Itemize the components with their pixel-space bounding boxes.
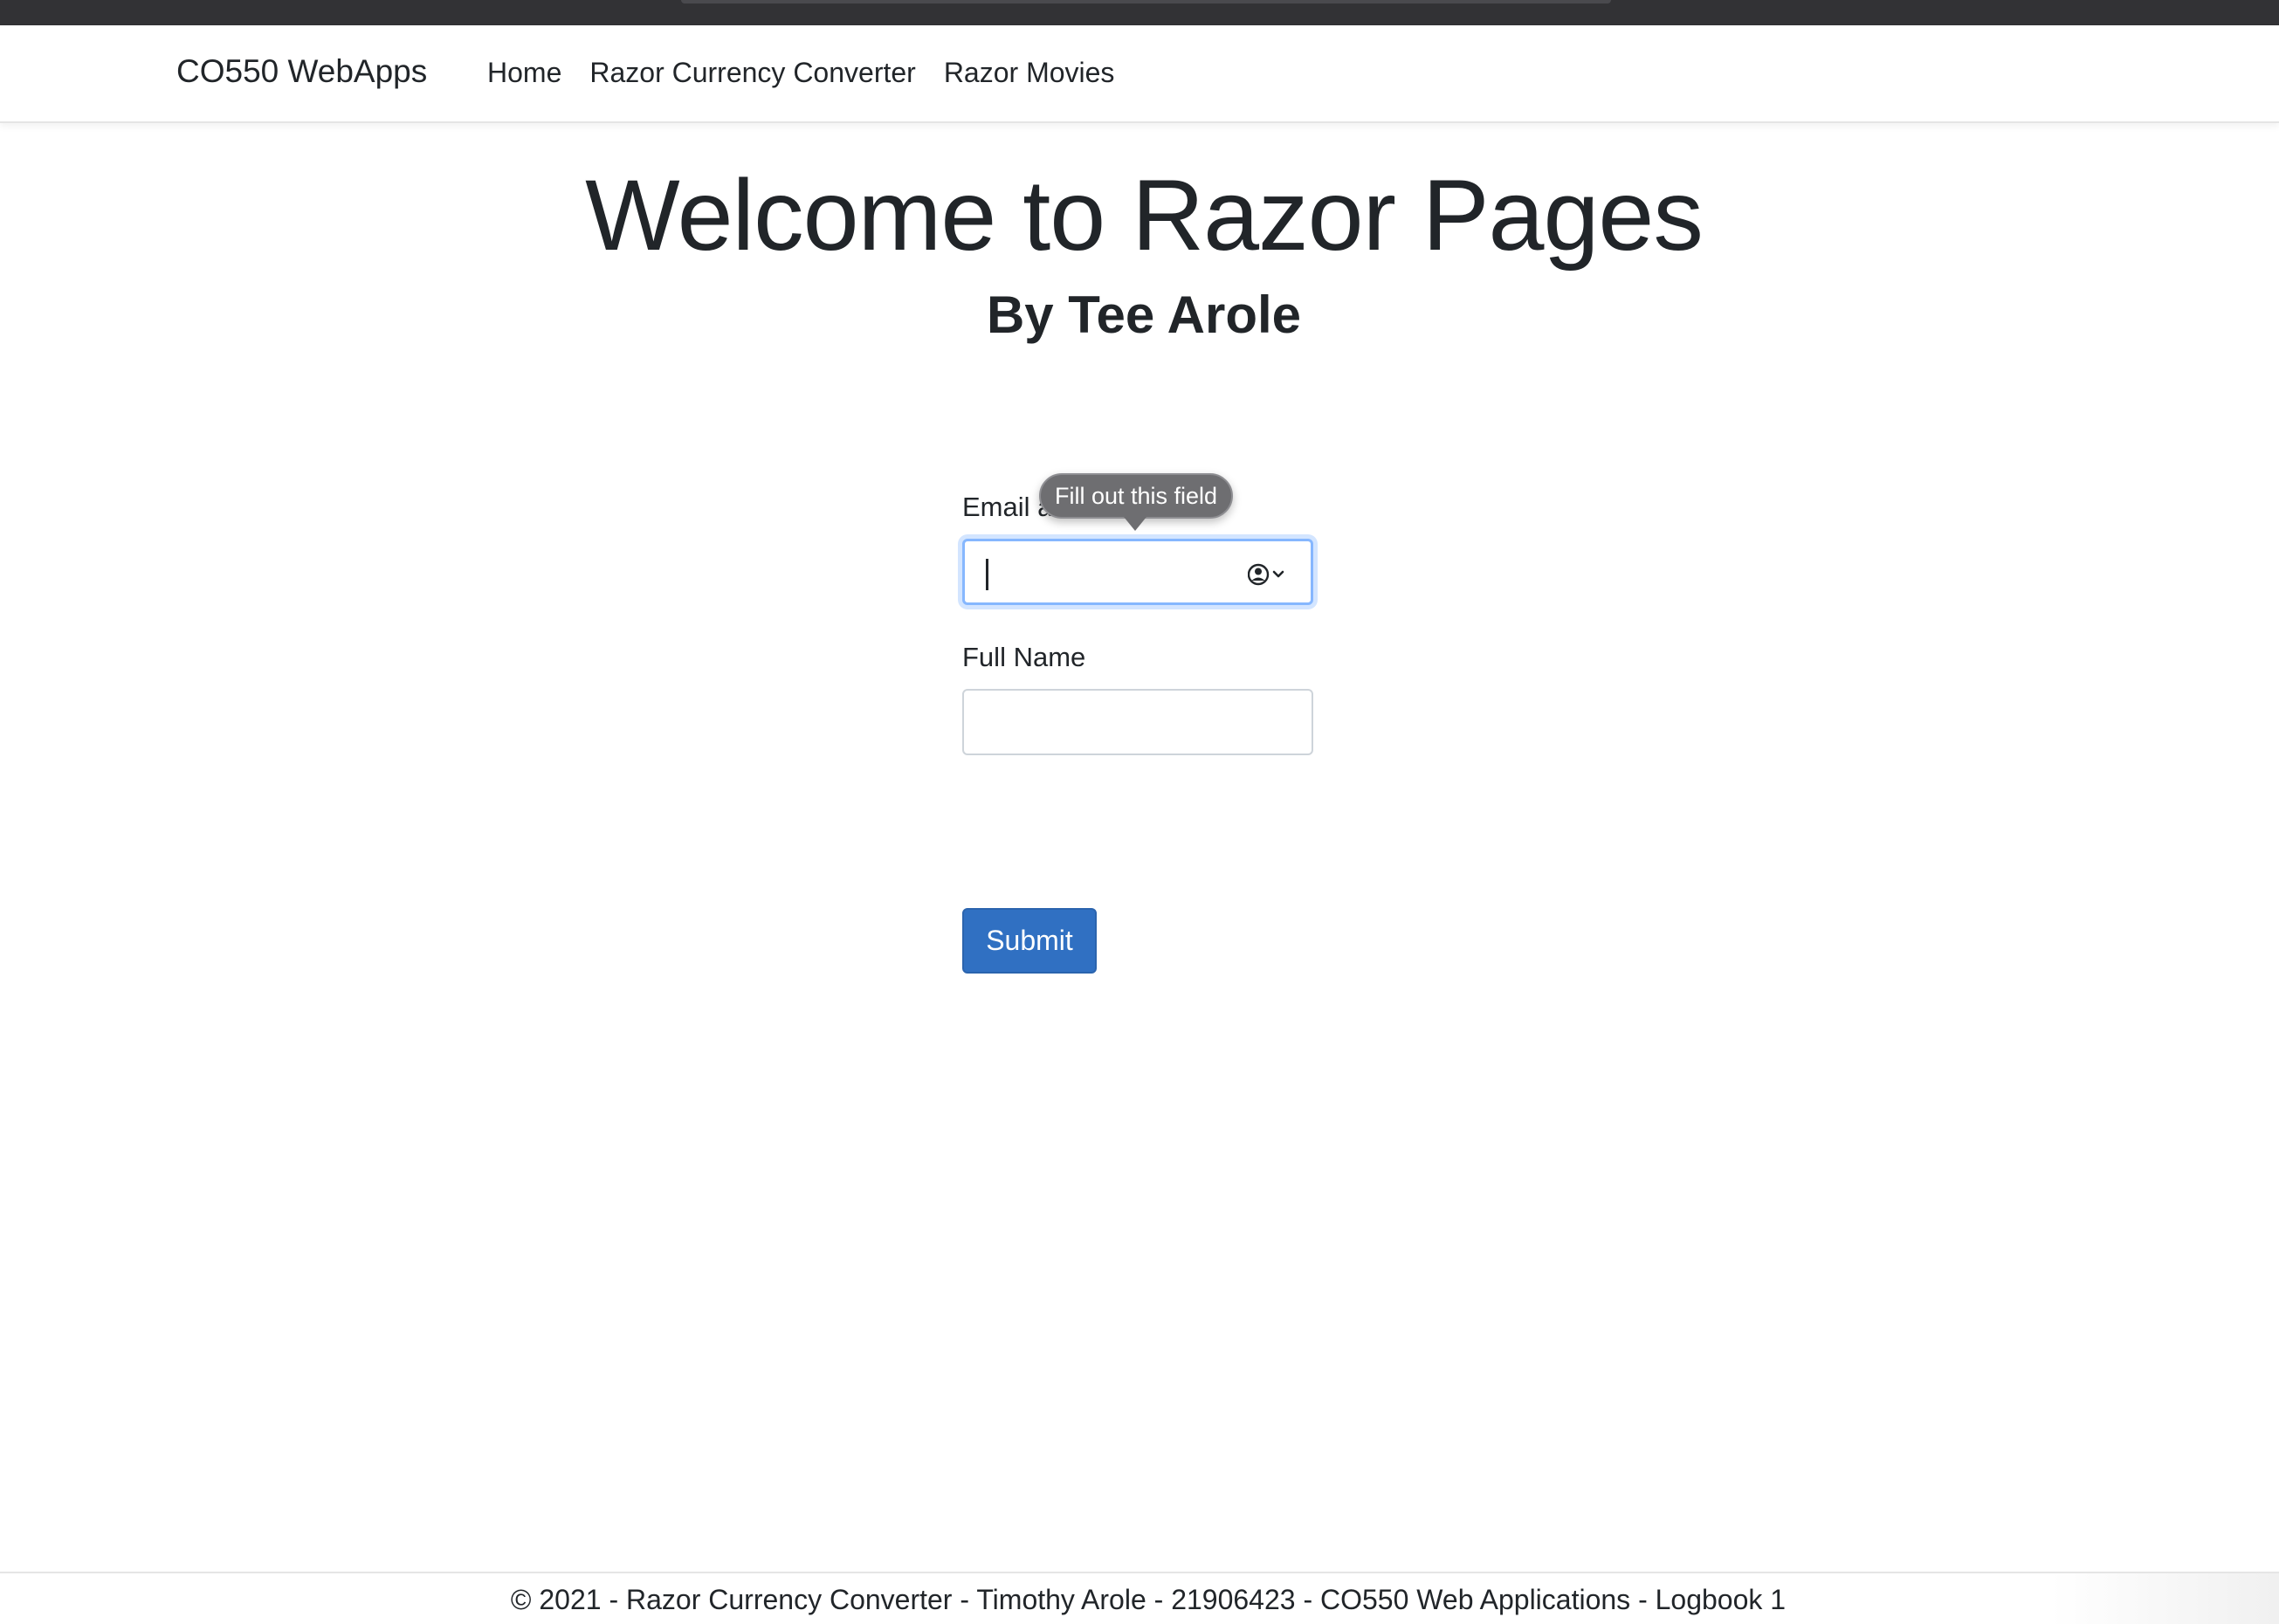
nav-links: Home Razor Currency Converter Razor Movi… [487,57,1142,89]
footer-text: © 2021 - Razor Currency Converter - Timo… [510,1584,1787,1615]
validation-tooltip: Fill out this field [1039,473,1234,519]
nav-link-currency-converter[interactable]: Razor Currency Converter [589,57,915,89]
navbar: CO550 WebApps Home Razor Currency Conver… [0,25,2279,123]
nav-link-home[interactable]: Home [487,57,561,89]
email-field[interactable] [962,539,1313,605]
text-caret [986,559,988,590]
contact-card-autofill-icon[interactable] [1248,562,1286,587]
fullname-field[interactable] [962,689,1313,755]
address-bar-edge [681,0,1611,3]
page-subtitle: By Tee Arole [986,286,1302,344]
page-title: Welcome to Razor Pages [585,160,1704,272]
submit-button[interactable]: Submit [962,908,1097,974]
fullname-group: Full Name [962,642,1313,755]
brand-link[interactable]: CO550 WebApps [176,53,427,90]
browser-chrome-bar [0,0,2279,25]
fullname-label: Full Name [962,642,1086,672]
tooltip-arrow [1124,517,1146,531]
nav-link-movies[interactable]: Razor Movies [944,57,1115,89]
main-content: Welcome to Razor Pages By Tee Arole Emai… [0,123,2279,1572]
footer: © 2021 - Razor Currency Converter - Timo… [0,1572,2279,1624]
